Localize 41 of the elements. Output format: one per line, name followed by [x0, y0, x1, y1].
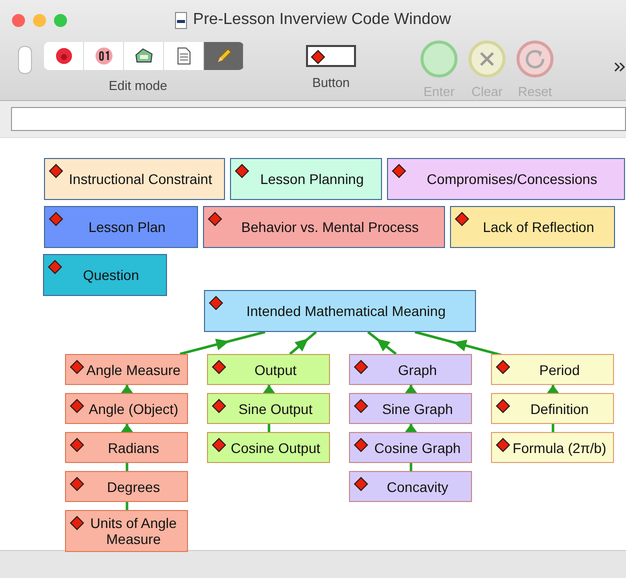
document-icon [175, 12, 188, 28]
document-icon [176, 47, 190, 65]
concept-node[interactable]: Cosine Output [207, 432, 330, 463]
concept-node[interactable]: Period [491, 354, 614, 385]
concept-node[interactable]: Angle Measure [65, 354, 188, 385]
chevron-icon[interactable] [614, 62, 626, 72]
button-tool[interactable] [306, 45, 356, 67]
concept-node[interactable]: Intended Mathematical Meaning [204, 290, 476, 332]
window-title: Pre-Lesson Inverview Code Window [193, 11, 451, 29]
code-tag[interactable]: Lesson Plan [44, 206, 198, 248]
code-tag[interactable]: Compromises/Concessions [387, 158, 625, 200]
concept-node[interactable]: Units of Angle Measure [65, 510, 188, 552]
enter-circle-icon [420, 40, 458, 78]
input-field[interactable] [11, 107, 626, 131]
concept-node[interactable]: Sine Output [207, 393, 330, 424]
toolbar-label: Button [312, 75, 350, 90]
code-tag[interactable]: Behavior vs. Mental Process [203, 206, 445, 248]
concept-node[interactable]: Output [207, 354, 330, 385]
concept-node[interactable]: Sine Graph [349, 393, 472, 424]
toolbar-label: Edit mode [108, 78, 168, 93]
concept-node[interactable]: Angle (Object) [65, 393, 188, 424]
reset-icon [516, 40, 554, 78]
pencil-icon [214, 47, 232, 65]
concept-node[interactable]: Formula (2π/b) [491, 432, 614, 463]
tag-icon [134, 48, 154, 64]
close-icon [468, 40, 506, 78]
concept-node[interactable]: Graph [349, 354, 472, 385]
concept-node[interactable]: Cosine Graph [349, 432, 472, 463]
concept-node[interactable]: Concavity [349, 471, 472, 502]
mode-button[interactable] [44, 42, 84, 70]
record-icon [54, 47, 72, 65]
concept-node[interactable]: Radians [65, 432, 188, 463]
connector-arrow [367, 332, 397, 354]
code-tag[interactable]: Lesson Planning [230, 158, 382, 200]
concept-node[interactable]: Definition [491, 393, 614, 424]
code-tag[interactable]: Instructional Constraint [44, 158, 225, 200]
counter-icon [94, 47, 114, 65]
concept-node[interactable]: Degrees [65, 471, 188, 502]
code-tag[interactable]: Lack of Reflection [450, 206, 615, 248]
code-tag[interactable]: Question [43, 254, 167, 296]
connector-arrow [289, 332, 317, 354]
